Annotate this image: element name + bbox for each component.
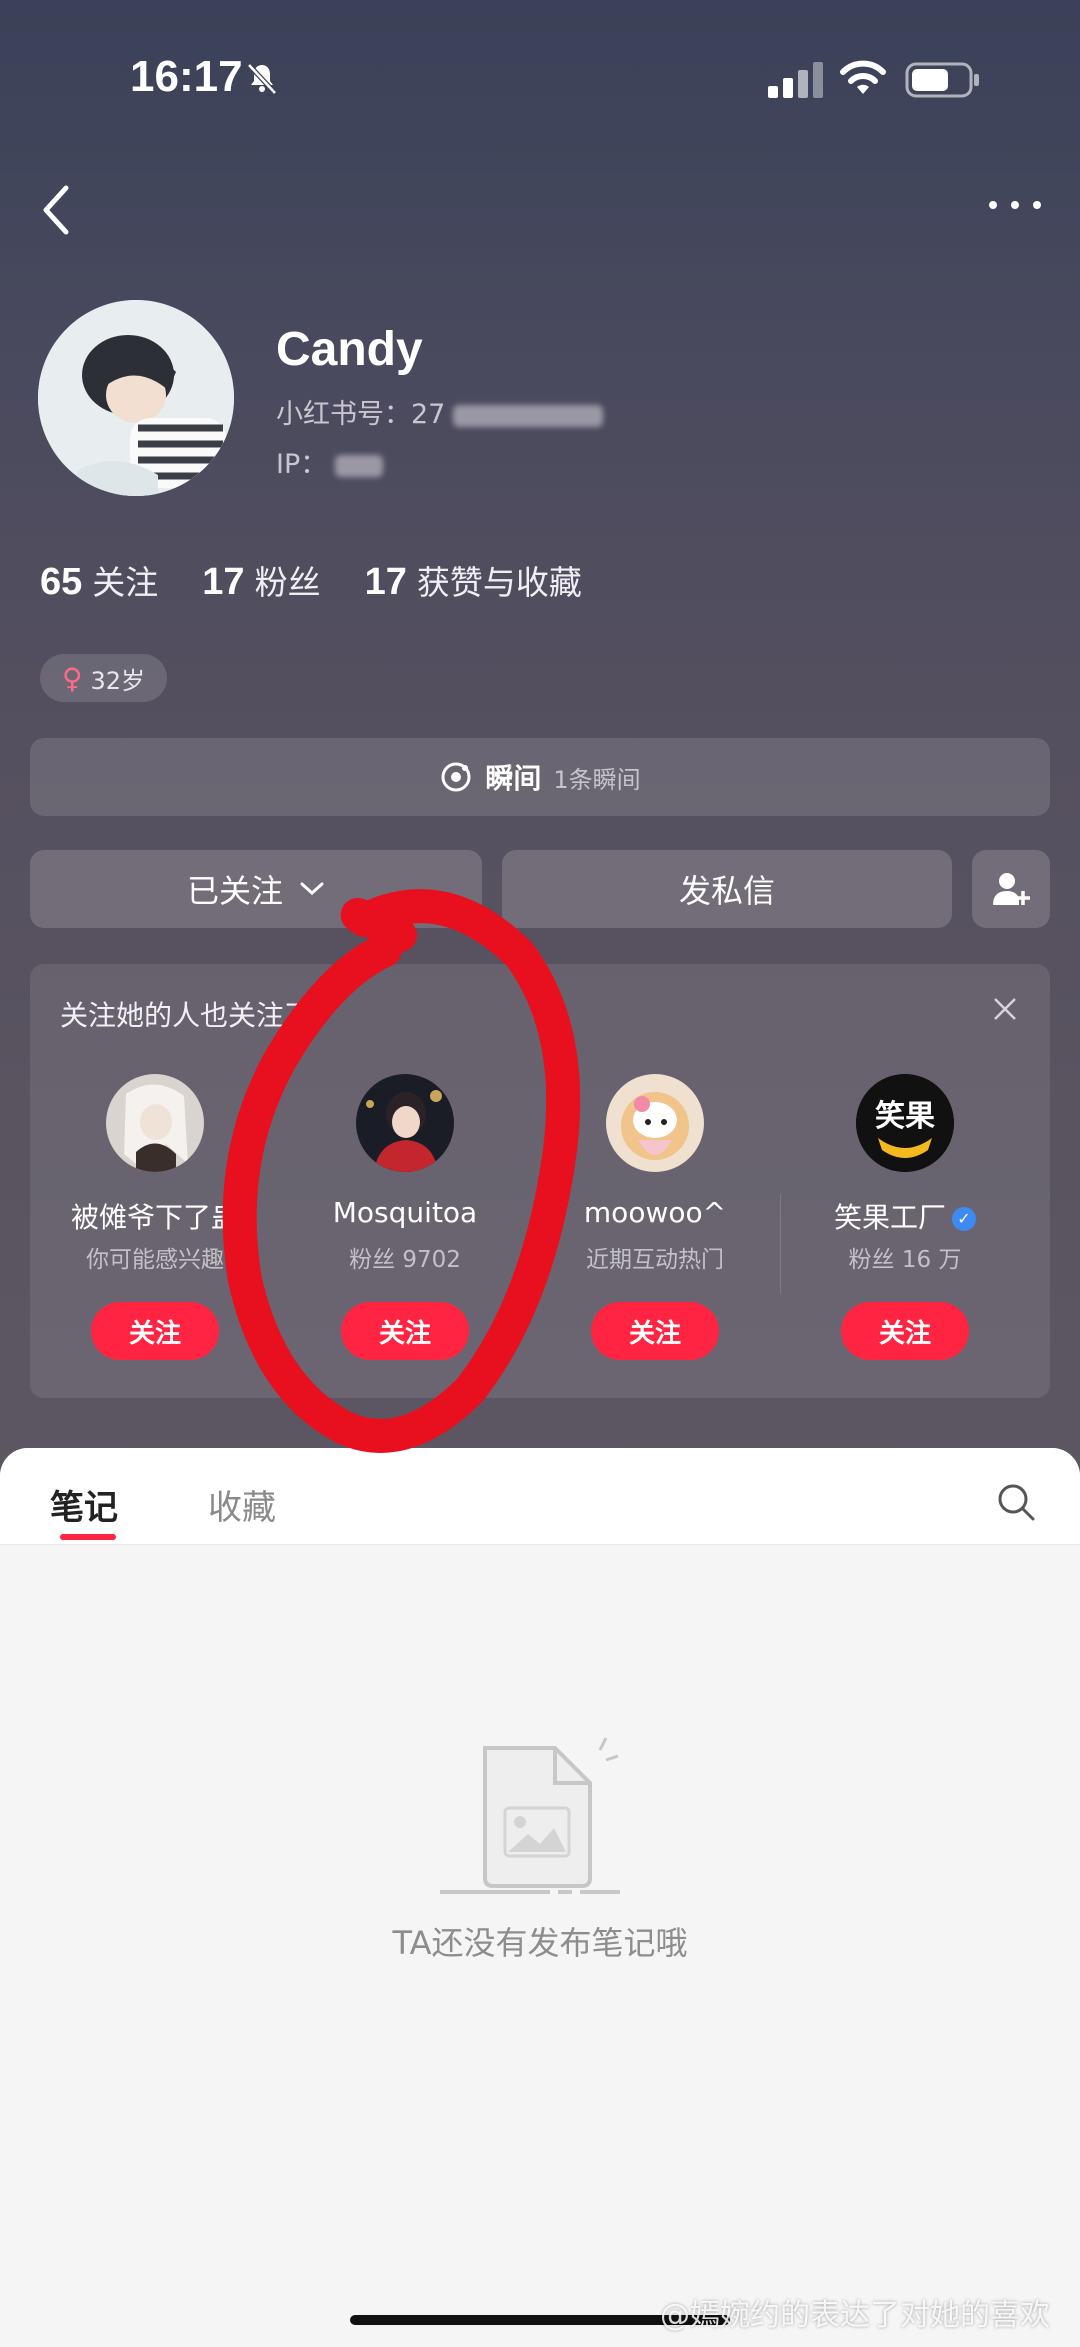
profile-stats: 65 关注 17 粉丝 17 获赞与收藏 (40, 556, 582, 604)
tab-favorites[interactable]: 收藏 (208, 1480, 276, 1529)
recommend-user-card[interactable]: moowoo^ 近期互动热门 关注 (530, 964, 780, 1398)
stat-followers[interactable]: 17 粉丝 (202, 556, 320, 604)
profile-name: Candy (276, 323, 423, 376)
user-subtitle: 粉丝 16 万 (848, 1247, 962, 1273)
stat-label: 粉丝 (254, 563, 321, 602)
verified-badge-icon: ✓ (952, 1207, 976, 1231)
user-avatar[interactable] (106, 1074, 204, 1172)
stat-likes[interactable]: 17 获赞与收藏 (365, 556, 582, 604)
profile-avatar[interactable] (38, 300, 234, 496)
profile-ip: IP： (276, 442, 384, 481)
stat-label: 获赞与收藏 (416, 563, 582, 602)
add-friend-button[interactable] (972, 850, 1050, 928)
user-subtitle: 粉丝 9702 (349, 1247, 461, 1273)
follow-button[interactable]: 关注 (341, 1302, 469, 1360)
active-tab-indicator (60, 1534, 116, 1540)
moment-count: 1条瞬间 (553, 765, 641, 794)
age-text: 32岁 (90, 666, 146, 695)
female-icon: ♀ (62, 661, 83, 695)
tab-bar: 笔记 收藏 (0, 1448, 1080, 1545)
profile-id-value: 27 (411, 399, 446, 430)
stat-following[interactable]: 65 关注 (40, 556, 158, 604)
stat-number: 17 (202, 561, 245, 603)
user-name: 笑果工厂 (833, 1201, 946, 1234)
search-icon[interactable] (996, 1482, 1036, 1522)
bell-muted-icon (247, 63, 277, 95)
stat-label: 关注 (92, 563, 159, 602)
recommend-user-card[interactable]: 笑果 笑果工厂 ✓ 粉丝 16 万 关注 (780, 964, 1030, 1398)
follow-button[interactable]: 关注 (841, 1302, 969, 1360)
user-avatar[interactable] (356, 1074, 454, 1172)
battery-icon (905, 62, 979, 98)
cellular-signal-icon (768, 62, 823, 98)
chevron-down-icon (300, 882, 324, 896)
wifi-icon (840, 60, 886, 94)
watermark: @嫣婉约的表达了对她的喜欢 (660, 2298, 1050, 2333)
age-tag: ♀ 32岁 (40, 654, 168, 702)
user-name-row: 笑果工厂 ✓ (780, 1196, 1030, 1236)
user-name: moowoo^ (583, 1196, 727, 1229)
redaction-blur (453, 404, 604, 427)
user-subtitle: 你可能感兴趣 (86, 1247, 224, 1273)
user-name: 被傩爷下了蛊 (70, 1201, 239, 1234)
moment-bar[interactable]: 瞬间 1条瞬间 (30, 738, 1050, 816)
user-subtitle: 近期互动热门 (586, 1247, 724, 1273)
follow-button[interactable]: 关注 (91, 1302, 219, 1360)
back-arrow-icon[interactable] (38, 182, 74, 238)
followed-label: 已关注 (186, 872, 283, 910)
user-name: Mosquitoa (332, 1196, 478, 1229)
send-message-button[interactable]: 发私信 (502, 850, 952, 928)
status-time: 16:17 (130, 52, 243, 101)
send-message-label: 发私信 (678, 872, 775, 910)
user-avatar[interactable]: 笑果 (856, 1074, 954, 1172)
moment-icon (441, 762, 471, 792)
redaction-blur (335, 454, 384, 477)
empty-state-text: TA还没有发布笔记哦 (392, 1924, 688, 1962)
brand-logo-text: 笑果 (875, 1099, 935, 1134)
recommend-user-card[interactable]: 被傩爷下了蛊 你可能感兴趣 关注 (30, 964, 280, 1398)
profile-id: 小红书号：27 (276, 392, 604, 431)
stat-number: 65 (40, 561, 83, 603)
moment-title: 瞬间 (485, 762, 542, 795)
stat-number: 17 (364, 561, 407, 603)
empty-document-icon (440, 1737, 625, 1894)
add-user-icon (993, 873, 1030, 905)
content-panel: 笔记 收藏 TA还没有发布笔记哦 (0, 1448, 1080, 2347)
profile-id-label: 小红书号： (276, 399, 411, 430)
user-avatar[interactable] (606, 1074, 704, 1172)
followed-dropdown-button[interactable]: 已关注 (30, 850, 482, 928)
recommend-user-card[interactable]: Mosquitoa 粉丝 9702 关注 (280, 964, 530, 1398)
follow-button[interactable]: 关注 (591, 1302, 719, 1360)
recommended-users-panel: 关注她的人也关注了 被傩爷下了蛊 你可能感兴趣 关注 Mosquitoa 粉丝 … (30, 964, 1050, 1398)
more-options-icon[interactable] (985, 195, 1045, 215)
profile-ip-label: IP： (276, 449, 328, 480)
tab-notes[interactable]: 笔记 (50, 1480, 118, 1529)
